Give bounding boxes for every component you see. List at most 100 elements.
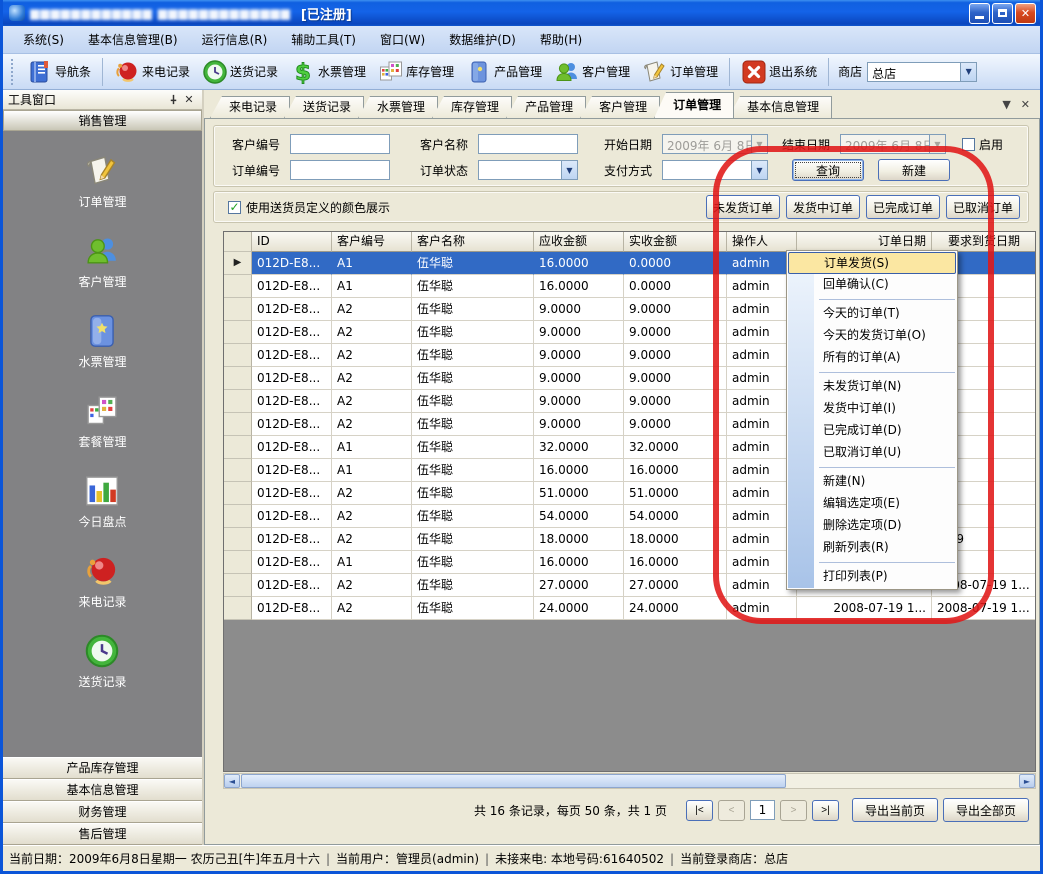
row-selector-cell[interactable] xyxy=(224,482,252,505)
sidebar-item-6[interactable]: 送货记录 xyxy=(78,633,126,690)
context-menu-item-15[interactable]: 刷新列表(R) xyxy=(787,537,957,559)
tab-close-icon[interactable]: ✕ xyxy=(1021,98,1030,111)
sidebar-item-3[interactable]: 套餐管理 xyxy=(78,393,126,450)
row-selector-cell[interactable] xyxy=(224,298,252,321)
context-menu-item-0[interactable]: 订单发货(S) xyxy=(788,252,956,274)
tab-4[interactable]: 产品管理 xyxy=(506,96,586,118)
tab-5[interactable]: 客户管理 xyxy=(580,96,660,118)
menu-item-1[interactable]: 基本信息管理(B) xyxy=(76,27,190,52)
row-selector-cell[interactable] xyxy=(224,505,252,528)
toolbar-button-2[interactable]: 送货记录 xyxy=(196,56,284,88)
sidebar-group-button-3[interactable]: 售后管理 xyxy=(3,823,202,845)
context-menu-item-7[interactable]: 未发货订单(N) xyxy=(787,376,957,398)
row-selector-cell[interactable] xyxy=(224,275,252,298)
status-filter-button-2[interactable]: 已完成订单 xyxy=(866,195,940,219)
tab-3[interactable]: 库存管理 xyxy=(432,96,512,118)
context-menu-item-8[interactable]: 发货中订单(I) xyxy=(787,398,957,420)
current-row-arrow-icon[interactable]: ▶ xyxy=(224,252,252,275)
pin-icon[interactable] xyxy=(165,93,181,107)
row-selector-cell[interactable] xyxy=(224,367,252,390)
export-all-pages-button[interactable]: 导出全部页 xyxy=(943,798,1029,822)
sidebar-group-sales[interactable]: 销售管理 xyxy=(3,110,202,131)
tab-0[interactable]: 来电记录 xyxy=(210,96,290,118)
new-button[interactable]: 新建 xyxy=(878,159,950,181)
row-selector-cell[interactable] xyxy=(224,574,252,597)
customer-no-input[interactable] xyxy=(290,134,390,154)
sidebar-group-button-2[interactable]: 财务管理 xyxy=(3,801,202,823)
tab-scroll-down-icon[interactable]: ▼ xyxy=(1002,98,1010,111)
menu-item-3[interactable]: 辅助工具(T) xyxy=(279,27,368,52)
tab-2[interactable]: 水票管理 xyxy=(358,96,438,118)
store-select[interactable]: 总店▼ xyxy=(867,62,977,82)
sidebar-close-icon[interactable]: ✕ xyxy=(181,93,197,107)
customer-name-input[interactable] xyxy=(478,134,578,154)
toolbar-button-6[interactable]: 客户管理 xyxy=(548,56,636,88)
context-menu-item-3[interactable]: 今天的订单(T) xyxy=(787,303,957,325)
menu-item-0[interactable]: 系统(S) xyxy=(11,27,76,52)
status-filter-button-1[interactable]: 发货中订单 xyxy=(786,195,860,219)
context-menu-item-12[interactable]: 新建(N) xyxy=(787,471,957,493)
end-date-picker[interactable]: 2009年 6月 8日▼ xyxy=(840,134,946,154)
menu-item-4[interactable]: 窗口(W) xyxy=(368,27,437,52)
sidebar-item-2[interactable]: 水票管理 xyxy=(78,313,126,370)
first-page-button[interactable]: |< xyxy=(686,800,713,821)
toolbar-button-0[interactable]: 导航条 xyxy=(21,56,97,88)
grid-column-header-3[interactable]: 客户名称 xyxy=(412,232,534,252)
row-selector-cell[interactable] xyxy=(224,459,252,482)
menu-item-6[interactable]: 帮助(H) xyxy=(528,27,594,52)
row-selector-cell[interactable] xyxy=(224,551,252,574)
last-page-button[interactable]: >| xyxy=(812,800,839,821)
page-number-input[interactable] xyxy=(750,800,775,820)
status-filter-button-3[interactable]: 已取消订单 xyxy=(946,195,1020,219)
context-menu-item-1[interactable]: 回单确认(C) xyxy=(787,274,957,296)
toolbar-button-4[interactable]: 库存管理 xyxy=(372,56,460,88)
toolbar-button-7[interactable]: 订单管理 xyxy=(636,56,724,88)
tab-1[interactable]: 送货记录 xyxy=(284,96,364,118)
tab-7[interactable]: 基本信息管理 xyxy=(728,96,832,118)
enable-checkbox[interactable] xyxy=(962,138,975,151)
scroll-right-icon[interactable]: ► xyxy=(1019,774,1035,788)
context-menu-item-10[interactable]: 已取消订单(U) xyxy=(787,442,957,464)
grid-column-header-0[interactable] xyxy=(224,232,252,252)
grid-column-header-7[interactable]: 订单日期 xyxy=(797,232,932,252)
sidebar-group-button-0[interactable]: 产品库存管理 xyxy=(3,757,202,779)
scrollbar-thumb[interactable] xyxy=(241,774,786,788)
grid-column-header-5[interactable]: 实收金额 xyxy=(624,232,727,252)
tab-6[interactable]: 订单管理 xyxy=(654,92,734,118)
row-selector-cell[interactable] xyxy=(224,528,252,551)
close-button[interactable]: ✕ xyxy=(1015,3,1036,24)
prev-page-button[interactable]: < xyxy=(718,800,745,821)
context-menu-item-13[interactable]: 编辑选定项(E) xyxy=(787,493,957,515)
toolbar-button-3[interactable]: $水票管理 xyxy=(284,56,372,88)
row-selector-cell[interactable] xyxy=(224,413,252,436)
context-menu-item-14[interactable]: 删除选定项(D) xyxy=(787,515,957,537)
grid-column-header-6[interactable]: 操作人 xyxy=(727,232,797,252)
toolbar-button-1[interactable]: 来电记录 xyxy=(108,56,196,88)
maximize-button[interactable] xyxy=(992,3,1013,24)
pay-method-select[interactable]: ▼ xyxy=(662,160,768,180)
menu-item-5[interactable]: 数据维护(D) xyxy=(437,27,528,52)
export-current-page-button[interactable]: 导出当前页 xyxy=(852,798,938,822)
next-page-button[interactable]: > xyxy=(780,800,807,821)
grid-row-15[interactable]: 012D-E8...A2伍华聪24.000024.0000admin2008-0… xyxy=(224,597,1035,620)
sidebar-group-button-1[interactable]: 基本信息管理 xyxy=(3,779,202,801)
menu-item-2[interactable]: 运行信息(R) xyxy=(190,27,280,52)
sidebar-item-0[interactable]: 订单管理 xyxy=(78,153,126,210)
status-filter-button-0[interactable]: 未发货订单 xyxy=(706,195,780,219)
grid-column-header-8[interactable]: 要求到货日期 xyxy=(932,232,1036,252)
context-menu-item-5[interactable]: 所有的订单(A) xyxy=(787,347,957,369)
start-date-picker[interactable]: 2009年 6月 8日▼ xyxy=(662,134,768,154)
context-menu-item-9[interactable]: 已完成订单(D) xyxy=(787,420,957,442)
grid-column-header-1[interactable]: ID xyxy=(252,232,332,252)
sidebar-item-4[interactable]: 今日盘点 xyxy=(78,473,126,530)
sidebar-item-5[interactable]: 来电记录 xyxy=(78,553,126,610)
grid-column-header-4[interactable]: 应收金额 xyxy=(534,232,624,252)
toolbar-button-5[interactable]: 产品管理 xyxy=(460,56,548,88)
row-selector-cell[interactable] xyxy=(224,344,252,367)
order-no-input[interactable] xyxy=(290,160,390,180)
order-status-select[interactable]: ▼ xyxy=(478,160,578,180)
context-menu-item-17[interactable]: 打印列表(P) xyxy=(787,566,957,588)
color-display-checkbox[interactable] xyxy=(228,201,241,214)
minimize-button[interactable] xyxy=(969,3,990,24)
context-menu-item-4[interactable]: 今天的发货订单(O) xyxy=(787,325,957,347)
